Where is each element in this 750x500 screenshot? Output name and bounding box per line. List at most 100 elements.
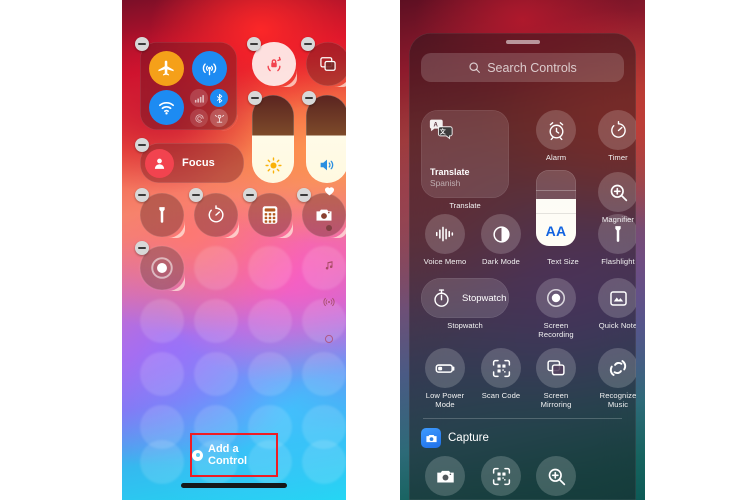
gallery-item-recognize-music[interactable]: Recognize Music <box>591 348 636 409</box>
heart-icon[interactable] <box>318 172 340 209</box>
stopwatch-icon <box>434 288 449 307</box>
remove-badge-rotation-lock[interactable] <box>247 37 261 51</box>
scan-code-label: Scan Code <box>481 391 521 400</box>
screen-recording-circle <box>536 278 576 318</box>
svg-text:文: 文 <box>439 128 447 136</box>
scan-code-circle <box>481 348 521 388</box>
control-center-layer: Focus Add a Control <box>122 0 346 500</box>
gallery-item-capture-scan-code[interactable]: Scan Code <box>474 456 528 500</box>
translate-bubbles-icon: A 文 <box>429 119 453 140</box>
screen-recording-icon <box>546 288 566 308</box>
low-power-label: Low Power Mode <box>425 391 465 409</box>
remove-badge-screen-recording[interactable] <box>135 241 149 255</box>
magnifier-icon <box>610 184 627 201</box>
personal-hotspot-toggle[interactable] <box>190 109 208 127</box>
gallery-row-4: Stopwatch Stopwatch Screen Recording Qui… <box>419 278 636 348</box>
dark-mode-label: Dark Mode <box>481 257 521 266</box>
music-note-icon[interactable] <box>318 246 340 283</box>
satellite-toggle[interactable] <box>210 109 228 127</box>
gallery-item-screen-recording[interactable]: Screen Recording <box>529 278 583 339</box>
remove-badge-camera[interactable] <box>297 188 311 202</box>
cellular-bars-icon <box>194 94 204 103</box>
dot-icon[interactable] <box>318 209 340 246</box>
bluetooth-toggle[interactable] <box>210 89 228 107</box>
translate-widget[interactable]: A 文 Translate Spanish <box>421 110 509 198</box>
wifi-toggle[interactable] <box>149 90 184 125</box>
flashlight-label: Flashlight <box>601 257 635 266</box>
scan-code-icon <box>492 467 510 485</box>
brightness-slider[interactable] <box>252 95 294 183</box>
remove-badge-screen-mirroring[interactable] <box>301 37 315 51</box>
flashlight-icon <box>615 226 621 242</box>
connectivity-group[interactable] <box>135 37 237 130</box>
gallery-row-3: Voice Memo Dark Mode Text Size Flashligh… <box>418 214 636 278</box>
wifi-icon <box>159 102 174 115</box>
cellular-data-toggle[interactable] <box>190 89 208 107</box>
airplane-mode-toggle[interactable] <box>149 51 184 86</box>
alarm-label: Alarm <box>545 153 567 162</box>
remove-badge-volume[interactable] <box>302 91 316 105</box>
focus-label: Focus <box>182 157 215 169</box>
search-icon <box>469 62 481 73</box>
rotation-lock-control[interactable] <box>247 37 296 86</box>
battery-low-icon <box>435 363 454 373</box>
gallery-item-quick-note[interactable]: Quick Note <box>591 278 636 330</box>
remove-badge-brightness[interactable] <box>248 91 262 105</box>
voice-memo-label: Voice Memo <box>423 257 467 266</box>
capture-camera-circle <box>425 456 465 496</box>
edge-indicators <box>318 172 340 357</box>
airdrop-icon <box>202 63 217 76</box>
volume-slider[interactable] <box>306 95 346 183</box>
gallery-item-alarm[interactable]: Alarm <box>529 110 583 162</box>
scan-code-icon <box>492 359 510 377</box>
gallery-item-scan-code[interactable]: Scan Code <box>474 348 528 400</box>
focus-control[interactable]: Focus <box>135 138 244 183</box>
gallery-item-low-power-mode[interactable]: Low Power Mode <box>418 348 472 409</box>
gallery-item-timer[interactable]: Timer <box>591 110 636 162</box>
remove-badge-connectivity[interactable] <box>135 37 149 51</box>
hotspot-icon <box>194 113 204 123</box>
gallery-item-capture-camera[interactable]: Camera <box>418 456 472 500</box>
voice-memo-circle <box>425 214 465 254</box>
remove-badge-focus[interactable] <box>135 138 149 152</box>
gallery-item-screen-mirroring[interactable]: Screen Mirroring <box>529 348 583 409</box>
search-controls-field[interactable]: Search Controls <box>421 53 624 82</box>
gallery-item-flashlight[interactable]: Flashlight <box>591 214 636 266</box>
screen-recording-control[interactable] <box>135 241 184 290</box>
alarm-circle <box>536 110 576 150</box>
flashlight-circle <box>598 214 636 254</box>
focus-person-icon <box>145 148 174 178</box>
quick-note-icon <box>609 290 627 306</box>
stopwatch-pill[interactable]: Stopwatch <box>421 278 509 318</box>
airdrop-toggle[interactable] <box>192 51 227 86</box>
section-divider-top <box>423 418 622 419</box>
timer-control[interactable] <box>189 188 238 237</box>
stopwatch-pill-label: Stopwatch <box>462 292 507 304</box>
recognize-music-label: Recognize Music <box>599 391 636 409</box>
dark-mode-icon <box>492 225 510 243</box>
gallery-item-dark-mode[interactable]: Dark Mode <box>474 214 528 266</box>
recognize-music-circle <box>598 348 636 388</box>
gallery-item-capture-magnifier[interactable]: Magnifier <box>529 456 583 500</box>
camera-icon <box>436 470 454 482</box>
sheet-grabber[interactable] <box>505 40 540 44</box>
calculator-control[interactable] <box>243 188 292 237</box>
quick-note-label: Quick Note <box>598 321 636 330</box>
screen-mirroring-control[interactable] <box>301 37 346 86</box>
dark-mode-circle <box>481 214 521 254</box>
circle-outline-icon[interactable] <box>318 320 340 357</box>
remove-badge-calculator[interactable] <box>243 188 257 202</box>
flashlight-control[interactable] <box>135 188 184 237</box>
add-a-control-button[interactable]: Add a Control <box>190 433 278 477</box>
bluetooth-icon <box>216 93 222 103</box>
translate-widget-subtitle: Spanish <box>430 178 461 188</box>
svg-text:A: A <box>433 123 438 129</box>
broadcast-icon[interactable] <box>318 283 340 320</box>
remove-badge-timer[interactable] <box>189 188 203 202</box>
gallery-item-voice-memo[interactable]: Voice Memo <box>418 214 472 266</box>
phone-right-controls-gallery: Search Controls A 文 Translate Spanish Tr… <box>400 0 645 500</box>
brightness-sun-icon <box>252 157 294 174</box>
remove-badge-flashlight[interactable] <box>135 188 149 202</box>
add-a-control-label: Add a Control <box>208 443 248 467</box>
text-size-label: Text Size <box>547 257 579 266</box>
